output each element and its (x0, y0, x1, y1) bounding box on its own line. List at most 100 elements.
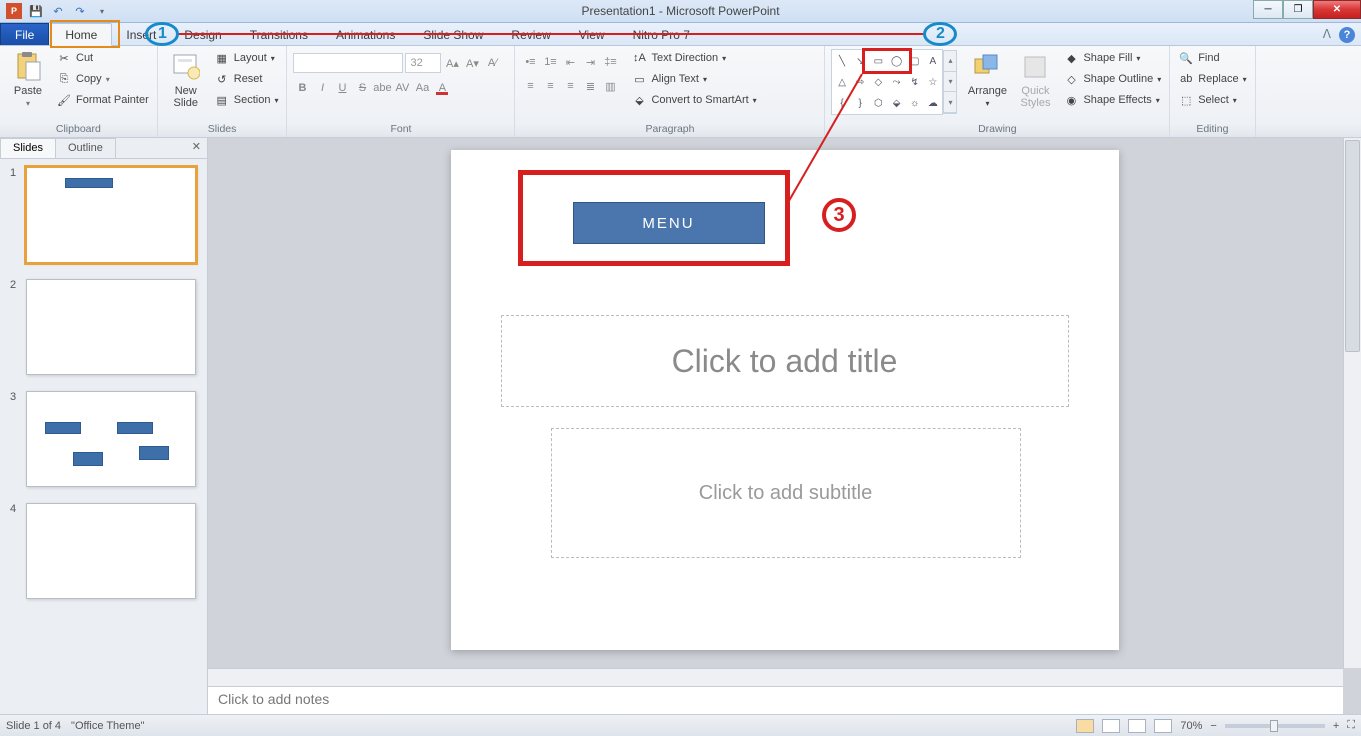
tab-animations[interactable]: Animations (322, 24, 409, 45)
close-button[interactable] (1313, 0, 1361, 19)
shadow-button[interactable]: abe (373, 79, 391, 97)
slide-thumbnail-2[interactable] (26, 279, 196, 375)
tab-file[interactable]: File (0, 23, 49, 45)
panel-tab-slides[interactable]: Slides (0, 138, 56, 158)
sorter-view-button[interactable] (1102, 719, 1120, 733)
shape-sun-icon[interactable]: ☼ (906, 93, 923, 113)
shape-brace-icon[interactable]: { (833, 93, 850, 113)
shape-rect-icon[interactable]: ▭ (870, 51, 887, 71)
section-button[interactable]: ▤Section▾ (212, 91, 281, 109)
copy-button[interactable]: ⎘Copy ▾ (54, 70, 151, 88)
undo-icon[interactable]: ↶ (50, 3, 66, 19)
minimize-ribbon-icon[interactable]: ᐱ (1323, 27, 1331, 43)
tab-design[interactable]: Design (170, 24, 235, 45)
numbering-button[interactable]: 1≡ (541, 53, 559, 71)
cut-button[interactable]: ✂Cut (54, 49, 151, 67)
qat-dropdown-icon[interactable]: ▾ (94, 3, 110, 19)
shape-roundrect-icon[interactable]: ▢ (906, 51, 923, 71)
dec-indent-button[interactable]: ⇤ (561, 53, 579, 71)
slideshow-view-button[interactable] (1154, 719, 1172, 733)
subtitle-placeholder[interactable]: Click to add subtitle (551, 428, 1021, 558)
arrange-button[interactable]: Arrange▾ (965, 49, 1009, 108)
align-right-button[interactable]: ≡ (561, 77, 579, 95)
slide-thumbnail-1[interactable] (26, 167, 196, 263)
slide-thumbnail-3[interactable] (26, 391, 196, 487)
shape-callout-icon[interactable]: ⬙ (888, 93, 905, 113)
notes-pane[interactable]: Click to add notes (208, 686, 1343, 714)
align-left-button[interactable]: ≡ (521, 77, 539, 95)
shape-conn-icon[interactable]: ⤳ (888, 72, 905, 92)
text-direction-button[interactable]: ↕AText Direction▾ (629, 49, 758, 67)
grow-font-icon[interactable]: A▴ (443, 54, 461, 72)
underline-button[interactable]: U (333, 79, 351, 97)
strike-button[interactable]: S (353, 79, 371, 97)
shape-textbox-icon[interactable]: A (924, 51, 941, 71)
zoom-slider[interactable] (1225, 724, 1325, 728)
tab-slideshow[interactable]: Slide Show (409, 24, 497, 45)
help-icon[interactable]: ? (1339, 27, 1355, 43)
shape-line-icon[interactable]: ╲ (833, 51, 850, 71)
format-painter-button[interactable]: 🖌Format Painter (54, 91, 151, 109)
shape-rarrow-icon[interactable]: ⇨ (852, 72, 869, 92)
tab-nitro[interactable]: Nitro Pro 7 (619, 24, 704, 45)
replace-button[interactable]: abReplace▾ (1176, 70, 1248, 88)
paste-button[interactable]: Paste ▾ (6, 49, 50, 108)
tab-review[interactable]: Review (497, 24, 564, 45)
shape-diamond-icon[interactable]: ◇ (870, 72, 887, 92)
shapes-gallery[interactable]: ╲ ↘ ▭ ◯ ▢ A △ ⇨ ◇ ⤳ ↯ ☆ { } ⬡ ⬙ ☼ (831, 49, 943, 115)
bullets-button[interactable]: •≡ (521, 53, 539, 71)
slide-canvas-area[interactable]: MENU Click to add title Click to add sub… (208, 138, 1361, 668)
fit-window-button[interactable]: ⛶ (1347, 719, 1355, 732)
reset-button[interactable]: ↺Reset (212, 70, 281, 88)
shapes-scrollbar[interactable]: ▴▾▾ (943, 50, 957, 114)
vertical-scrollbar[interactable] (1343, 138, 1361, 668)
select-button[interactable]: ⬚Select▾ (1176, 91, 1248, 109)
maximize-button[interactable]: ❐ (1283, 0, 1313, 19)
find-button[interactable]: 🔍Find (1176, 49, 1248, 67)
shape-hex-icon[interactable]: ⬡ (870, 93, 887, 113)
redo-icon[interactable]: ↷ (72, 3, 88, 19)
zoom-out-button[interactable]: − (1210, 720, 1216, 732)
shape-arrow-icon[interactable]: ↘ (852, 51, 869, 71)
convert-smartart-button[interactable]: ⬙Convert to SmartArt▾ (629, 91, 758, 109)
case-button[interactable]: Aa (413, 79, 431, 97)
clear-format-icon[interactable]: A⁄ (483, 54, 501, 72)
new-slide-button[interactable]: New Slide (164, 49, 208, 109)
shape-effects-button[interactable]: ◉Shape Effects▾ (1061, 91, 1163, 109)
shape-star-icon[interactable]: ☆ (924, 72, 941, 92)
title-placeholder[interactable]: Click to add title (501, 315, 1069, 407)
tab-view[interactable]: View (565, 24, 619, 45)
shape-triangle-icon[interactable]: △ (833, 72, 850, 92)
shape-oval-icon[interactable]: ◯ (888, 51, 905, 71)
bold-button[interactable]: B (293, 79, 311, 97)
tab-insert[interactable]: Insert (112, 24, 170, 45)
shape-conn2-icon[interactable]: ↯ (906, 72, 923, 92)
font-family-combo[interactable] (293, 53, 403, 73)
line-spacing-button[interactable]: ‡≡ (601, 53, 619, 71)
shape-fill-button[interactable]: ◆Shape Fill▾ (1061, 49, 1163, 67)
italic-button[interactable]: I (313, 79, 331, 97)
align-center-button[interactable]: ≡ (541, 77, 559, 95)
normal-view-button[interactable] (1076, 719, 1094, 733)
menu-shape[interactable]: MENU (573, 202, 765, 244)
quick-styles-button[interactable]: Quick Styles (1013, 49, 1057, 109)
font-color-button[interactable]: A (433, 79, 451, 97)
font-size-combo[interactable]: 32 (405, 53, 441, 73)
spacing-button[interactable]: AV (393, 79, 411, 97)
zoom-in-button[interactable]: + (1333, 720, 1339, 732)
columns-button[interactable]: ▥ (601, 77, 619, 95)
justify-button[interactable]: ≣ (581, 77, 599, 95)
shrink-font-icon[interactable]: A▾ (463, 54, 481, 72)
slide-thumbnail-4[interactable] (26, 503, 196, 599)
shape-brace2-icon[interactable]: } (852, 93, 869, 113)
shape-cloud-icon[interactable]: ☁ (924, 93, 941, 113)
minimize-button[interactable]: ─ (1253, 0, 1283, 19)
tab-home[interactable]: Home (50, 23, 112, 46)
shape-outline-button[interactable]: ◇Shape Outline▾ (1061, 70, 1163, 88)
layout-button[interactable]: ▦Layout▾ (212, 49, 281, 67)
horizontal-scrollbar[interactable] (208, 668, 1343, 686)
align-text-button[interactable]: ▭Align Text▾ (629, 70, 758, 88)
slide-canvas[interactable]: MENU Click to add title Click to add sub… (451, 150, 1119, 650)
save-icon[interactable]: 💾 (28, 3, 44, 19)
tab-transitions[interactable]: Transitions (236, 24, 322, 45)
